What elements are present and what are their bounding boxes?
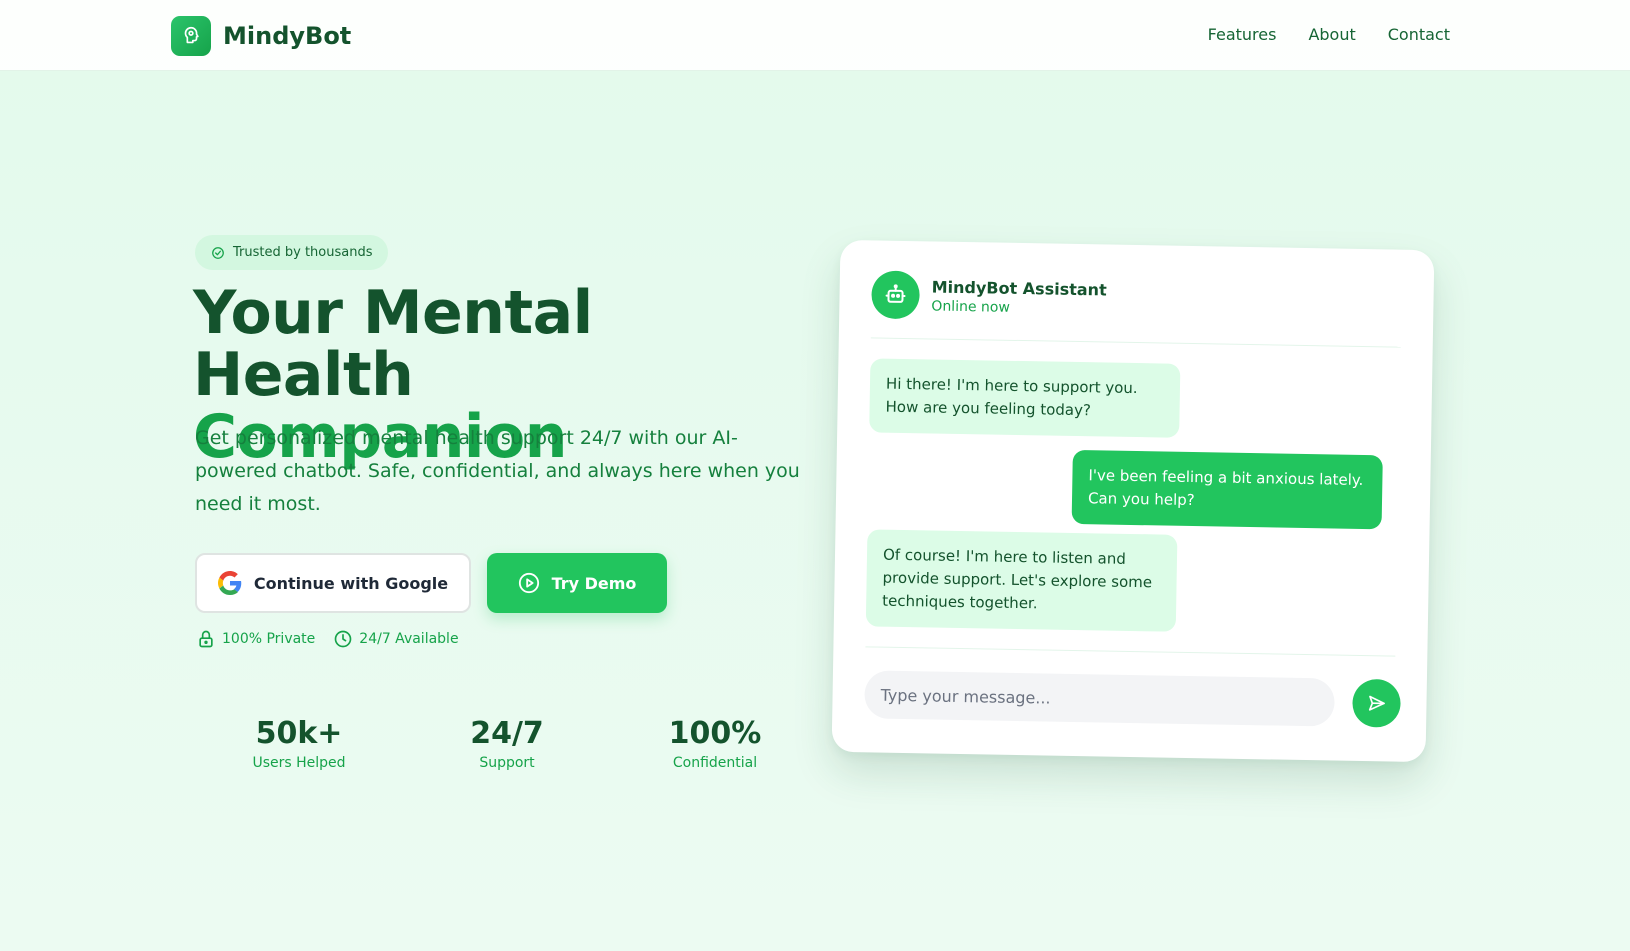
feature-available: 24/7 Available (333, 629, 459, 649)
hero-title-line1: Your Mental Health (193, 278, 593, 410)
feature-available-label: 24/7 Available (359, 631, 459, 647)
nav-link-features[interactable]: Features (1208, 25, 1277, 44)
stat-label: Support (479, 755, 535, 771)
try-demo-button[interactable]: Try Demo (487, 553, 667, 613)
clock-icon (334, 630, 352, 648)
nav-link-about[interactable]: About (1308, 25, 1355, 44)
stat-confidential: 100% Confidential (611, 715, 819, 771)
nav-links: Features About Contact (1176, 25, 1450, 44)
play-circle-icon (518, 572, 539, 594)
assistant-status: Online now (931, 297, 1011, 316)
chat-header-divider (870, 337, 1401, 348)
chat-message-user: I've been feeling a bit anxious lately. … (1071, 449, 1383, 530)
google-icon (217, 571, 242, 595)
stat-value: 50k+ (255, 716, 343, 751)
continue-with-google-button[interactable]: Continue with Google (195, 553, 471, 613)
trusted-badge: Trusted by thousands (195, 235, 389, 270)
chat-input-divider (865, 646, 1396, 657)
send-icon (1368, 695, 1385, 711)
feature-private-label: 100% Private (222, 631, 316, 647)
chat-preview-card: MindyBot Assistant Online now Hi there! … (831, 239, 1435, 763)
robot-icon (871, 270, 920, 320)
assistant-name: MindyBot Assistant (931, 276, 1107, 300)
stat-value: 24/7 (470, 716, 544, 751)
brand[interactable]: MindyBot (171, 16, 351, 56)
hero-description: Get personalized mental health support 2… (195, 427, 800, 515)
landing-page: MindyBot Features About Contact Trusted … (0, 0, 1630, 951)
brain-head-icon (171, 16, 211, 56)
feature-list: 100% Private 24/7 Available (196, 628, 477, 650)
lock-icon (199, 630, 213, 648)
stats: 50k+ Users Helped 24/7 Support 100% Conf… (195, 715, 819, 771)
stat-users: 50k+ Users Helped (195, 715, 403, 771)
send-button[interactable] (1352, 678, 1401, 728)
check-circle-icon (212, 246, 224, 259)
stat-value: 100% (668, 716, 762, 751)
navbar: MindyBot Features About Contact (0, 0, 1630, 71)
chat-message-bot: Hi there! I'm here to support you. How a… (869, 358, 1181, 438)
brand-name: MindyBot (223, 22, 352, 50)
stat-label: Confidential (672, 755, 758, 771)
bot-meta: MindyBot Assistant Online now (931, 277, 1107, 317)
google-button-label: Continue with Google (253, 573, 449, 593)
stat-label: Users Helped (252, 755, 346, 771)
stat-support: 24/7 Support (403, 715, 611, 771)
feature-private: 100% Private (196, 628, 315, 650)
demo-button-label: Try Demo (551, 573, 637, 593)
chat-header: MindyBot Assistant Online now (871, 270, 1107, 322)
message-input[interactable] (864, 670, 1335, 727)
nav-link-contact[interactable]: Contact (1388, 25, 1450, 44)
badge-label: Trusted by thousands (233, 245, 373, 260)
chat-message-bot: Of course! I'm here to listen and provid… (865, 529, 1178, 632)
